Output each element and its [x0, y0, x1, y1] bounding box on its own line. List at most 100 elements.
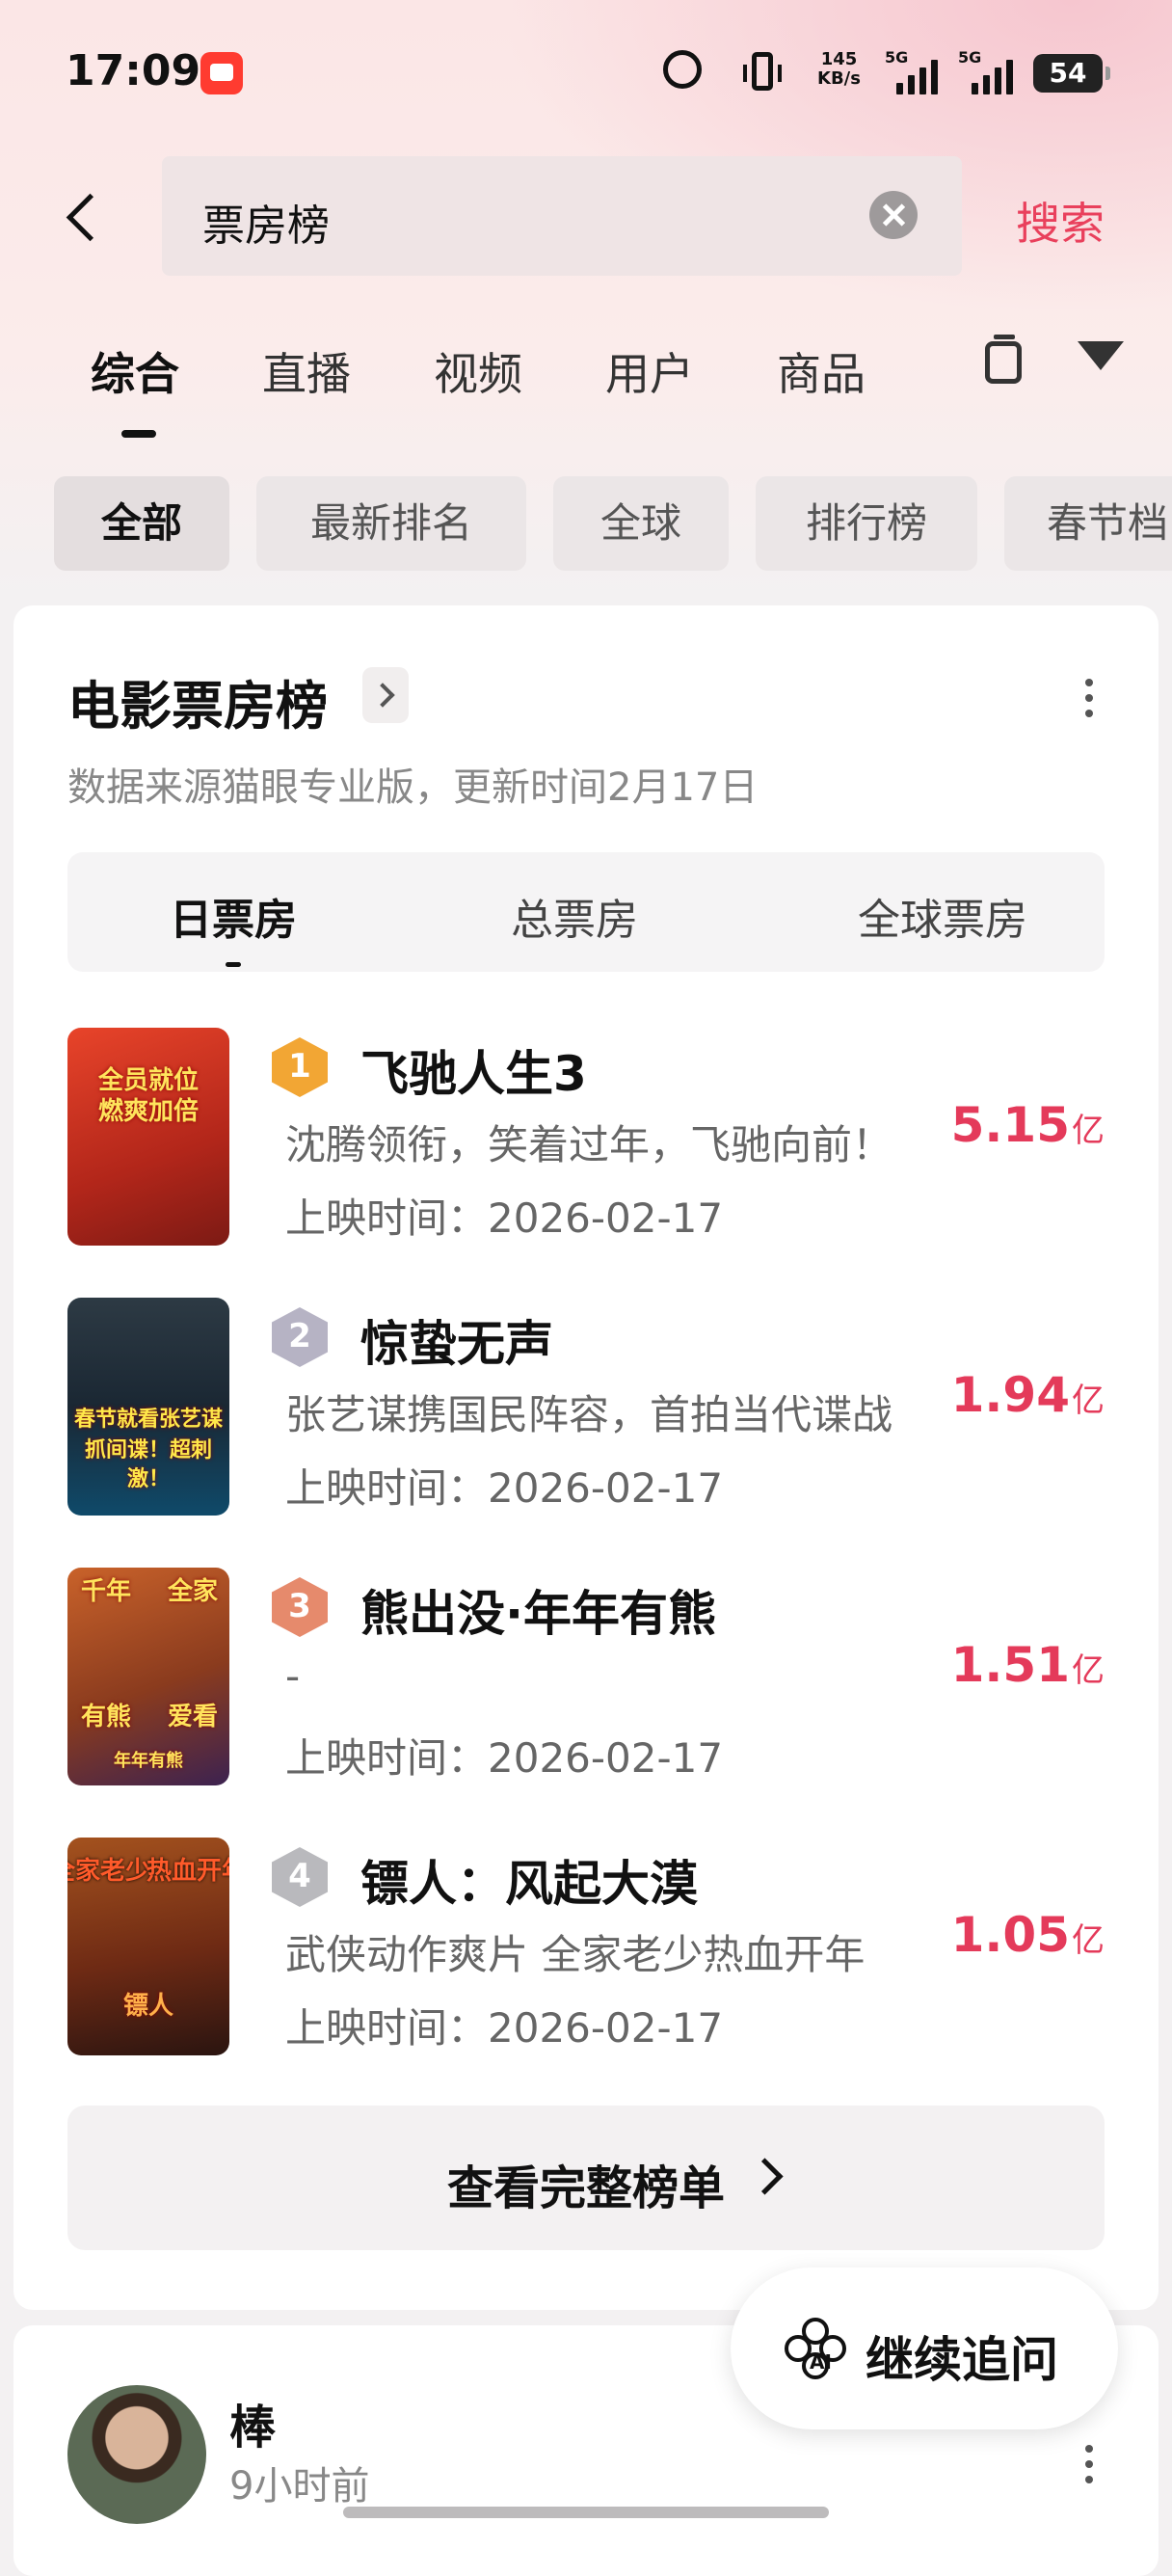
box-office-value: 1.94亿 [951, 1367, 1105, 1423]
movie-title[interactable]: 飞驰人生3 [360, 1035, 587, 1105]
alarm-icon [663, 50, 702, 89]
release-date-value: 2026-02-17 [488, 2004, 724, 2052]
movie-row[interactable]: 全家老少 热血开年 镖人 4 镖人：风起大漠 武侠动作爽片 全家老少热血开年 上… [67, 1838, 1105, 2055]
poster-text: 热血开年 [146, 1857, 229, 1886]
movie-title[interactable]: 惊蛰无声 [360, 1305, 553, 1375]
release-date-value: 2026-02-17 [488, 1734, 724, 1782]
search-query[interactable]: 票房榜 [202, 191, 330, 253]
segment-daily[interactable]: 日票房 [170, 885, 297, 947]
poster-text: 爱看 [167, 1703, 218, 1731]
poster-text: 全员就位 [97, 1066, 199, 1095]
chip-leaderboard[interactable]: 排行榜 [756, 476, 977, 571]
tab-active-indicator [121, 430, 156, 438]
poster-text: 年年有熊 [114, 1751, 183, 1771]
status-time: 17:09 [66, 46, 201, 95]
tab-products[interactable]: 商品 [777, 339, 866, 403]
segment-global[interactable]: 全球票房 [858, 885, 1027, 947]
value-unit: 亿 [1072, 1112, 1105, 1150]
rank-number: 4 [288, 1857, 311, 1895]
chip-global[interactable]: 全球 [553, 476, 729, 571]
release-date-value: 2026-02-17 [488, 1194, 724, 1242]
tab-video[interactable]: 视频 [434, 339, 522, 403]
chip-all[interactable]: 全部 [54, 476, 229, 571]
poster-text: 燃爽加倍 [97, 1097, 199, 1126]
app-notification-icon [200, 52, 243, 94]
movie-poster[interactable]: 全家老少 热血开年 镖人 [67, 1838, 229, 2055]
movie-title[interactable]: 镖人：风起大漠 [360, 1845, 698, 1915]
movie-row[interactable]: 全员就位 燃爽加倍 1 飞驰人生3 沈腾领衔，笑着过年，飞驰向前！ 上映时间：2… [67, 1028, 1105, 1246]
status-bar: 17:09 145 KB/s 5G 5G 54 [0, 0, 1172, 145]
movie-description: 武侠动作爽片 全家老少热血开年 [285, 1931, 866, 1978]
movie-poster[interactable]: 春节就看张艺谋 抓间谍！超刺激！ [67, 1298, 229, 1516]
movie-description: 张艺谋携国民阵容，首拍当代谍战 [285, 1391, 893, 1438]
more-icon[interactable] [1085, 2445, 1095, 2489]
value-number: 5.15 [950, 1097, 1070, 1153]
net-speed: 145 KB/s [817, 50, 861, 89]
card-title[interactable]: 电影票房榜 [67, 663, 328, 739]
chevron-right-icon[interactable] [362, 667, 409, 723]
vibrate-icon [743, 52, 782, 91]
rank-badge: 4 [272, 1847, 328, 1907]
signal-label: 5G [885, 48, 909, 67]
segment-control: 日票房 总票房 全球票房 [67, 852, 1105, 972]
box-office-value: 5.15亿 [951, 1097, 1105, 1153]
tab-comprehensive[interactable]: 综合 [91, 339, 179, 403]
net-speed-value: 145 [820, 49, 858, 69]
search-input[interactable]: 票房榜 [162, 156, 962, 276]
release-date: 上映时间：2026-02-17 [285, 1726, 723, 1784]
value-unit: 亿 [1072, 1382, 1105, 1420]
rank-badge: 1 [272, 1037, 328, 1097]
rank-number: 1 [288, 1047, 311, 1086]
movie-description: - [285, 1652, 301, 1700]
ai-follow-up-label: 继续追问 [866, 2332, 1058, 2388]
poster-text: 镖人 [122, 1992, 173, 2021]
data-source-text: 数据来源猫眼专业版，更新时间2月17日 [67, 765, 759, 810]
battery-icon: 54 [1033, 54, 1110, 93]
segment-total[interactable]: 总票房 [511, 885, 638, 947]
rank-badge: 3 [272, 1577, 328, 1637]
search-button[interactable]: 搜索 [1016, 189, 1105, 253]
chip-spring-festival[interactable]: 春节档 [1004, 476, 1172, 571]
release-date-prefix: 上映时间： [285, 1194, 489, 1242]
rank-number: 2 [288, 1317, 311, 1355]
back-button[interactable] [58, 179, 116, 251]
value-unit: 亿 [1072, 1921, 1105, 1960]
box-office-value: 1.51亿 [951, 1637, 1105, 1693]
release-date: 上映时间：2026-02-17 [285, 1186, 723, 1245]
movie-poster[interactable]: 千年 全家 有熊 爱看 年年有熊 [67, 1568, 229, 1785]
release-date-value: 2026-02-17 [488, 1464, 724, 1512]
movie-description: 沈腾领衔，笑着过年，飞驰向前！ [285, 1121, 893, 1168]
home-indicator[interactable] [343, 2507, 829, 2518]
movie-title[interactable]: 熊出没·年年有熊 [360, 1575, 716, 1645]
filter-icon[interactable] [1078, 341, 1124, 370]
release-date: 上映时间：2026-02-17 [285, 1996, 723, 2054]
layout-toggle-icon[interactable] [985, 335, 1022, 384]
ai-follow-up-button[interactable]: AI 继续追问 [731, 2267, 1118, 2429]
rank-number: 3 [288, 1587, 311, 1625]
avatar[interactable] [67, 2385, 206, 2524]
ai-icon: AI [785, 2318, 846, 2379]
chevron-right-icon [746, 2158, 784, 2195]
movie-row[interactable]: 千年 全家 有熊 爱看 年年有熊 3 熊出没·年年有熊 - 上映时间：2026-… [67, 1568, 1105, 1785]
tab-live[interactable]: 直播 [262, 339, 351, 403]
movie-poster[interactable]: 全员就位 燃爽加倍 [67, 1028, 229, 1246]
signal-icon: 5G [885, 48, 946, 94]
more-icon[interactable] [1085, 679, 1095, 723]
movie-row[interactable]: 春节就看张艺谋 抓间谍！超刺激！ 2 惊蛰无声 张艺谋携国民阵容，首拍当代谍战 … [67, 1298, 1105, 1516]
view-full-list-label: 查看完整榜单 [446, 2161, 725, 2215]
box-office-card: 电影票房榜 数据来源猫眼专业版，更新时间2月17日 日票房 总票房 全球票房 全… [13, 605, 1159, 2310]
chip-latest-ranking[interactable]: 最新排名 [256, 476, 526, 571]
release-date-prefix: 上映时间： [285, 1464, 489, 1512]
segment-active-indicator [226, 962, 241, 967]
view-full-list-button[interactable]: 查看完整榜单 [67, 2106, 1105, 2250]
user-name[interactable]: 棒 [229, 2389, 276, 2456]
release-date-prefix: 上映时间： [285, 1734, 489, 1782]
release-date-prefix: 上映时间： [285, 2004, 489, 2052]
clear-icon[interactable] [869, 191, 918, 239]
post-time: 9小时前 [229, 2464, 370, 2509]
tab-users[interactable]: 用户 [605, 339, 694, 403]
rank-badge: 2 [272, 1307, 328, 1367]
poster-text: 春节就看张艺谋 [73, 1408, 223, 1432]
net-speed-unit: KB/s [817, 68, 861, 89]
poster-text: 全家 [167, 1577, 218, 1606]
